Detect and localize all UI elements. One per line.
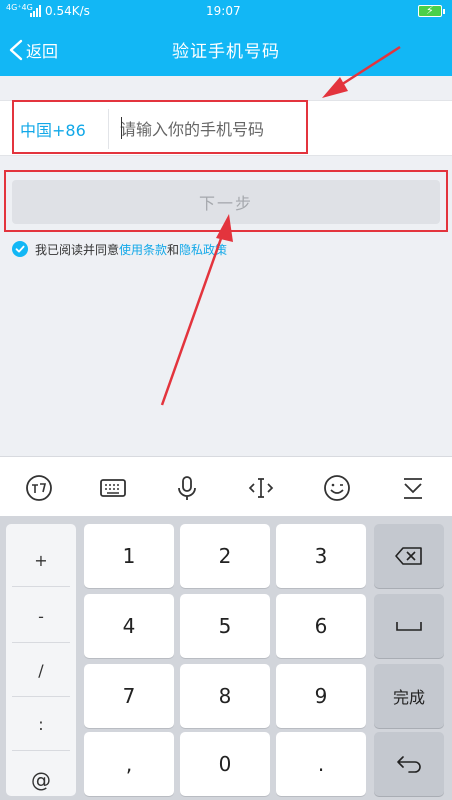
keyboard-icon[interactable] — [98, 473, 128, 503]
microphone-icon[interactable] — [172, 473, 202, 503]
space-key[interactable] — [374, 594, 444, 658]
page-title: 验证手机号码 — [172, 42, 280, 62]
annotation-box-phone — [12, 100, 308, 154]
lightning-icon: ⚡ — [426, 4, 434, 17]
agreement-text: 我已阅读并同意 — [35, 242, 120, 257]
emoji-icon[interactable] — [322, 473, 352, 503]
status-bar: 4G⁺4G 0.54K/s 19:07 ⚡ — [0, 0, 452, 24]
check-icon — [15, 245, 25, 253]
numeric-keyboard: + - / : @ 1 2 3 4 5 6 7 8 9 完成 , 0 . — [0, 516, 452, 800]
backspace-icon — [395, 547, 422, 565]
signal-icon — [30, 5, 41, 17]
key-9[interactable]: 9 — [276, 664, 366, 728]
agreement-row: 我已阅读并同意 使用条款 和 隐私政策 — [12, 240, 227, 258]
key-period[interactable]: . — [276, 732, 366, 796]
and-text: 和 — [167, 242, 180, 257]
space-icon — [396, 622, 422, 631]
backspace-key[interactable] — [374, 524, 444, 588]
network-speed: 0.54K/s — [45, 4, 90, 18]
ime-logo-icon[interactable] — [24, 473, 54, 503]
key-at[interactable]: @ — [6, 746, 76, 800]
privacy-link[interactable]: 隐私政策 — [179, 241, 227, 258]
network-type: 4G⁺4G — [6, 3, 33, 12]
key-3[interactable]: 3 — [276, 524, 366, 588]
clock: 19:07 — [206, 4, 241, 18]
key-8[interactable]: 8 — [180, 664, 270, 728]
terms-link[interactable]: 使用条款 — [119, 241, 167, 258]
key-2[interactable]: 2 — [180, 524, 270, 588]
key-5[interactable]: 5 — [180, 594, 270, 658]
annotation-box-next — [4, 170, 448, 232]
key-6[interactable]: 6 — [276, 594, 366, 658]
nav-bar: 返回 验证手机号码 — [0, 24, 452, 76]
app-header: 4G⁺4G 0.54K/s 19:07 ⚡ 返回 验证手机号码 — [0, 0, 452, 76]
hide-keyboard-icon[interactable] — [398, 473, 428, 503]
keyboard-toolbar — [0, 456, 452, 516]
done-key[interactable]: 完成 — [374, 664, 444, 728]
key-comma[interactable]: , — [84, 732, 174, 796]
return-icon — [397, 756, 421, 773]
key-1[interactable]: 1 — [84, 524, 174, 588]
return-key[interactable] — [374, 732, 444, 796]
cursor-move-icon[interactable] — [246, 473, 276, 503]
symbol-column: + - / : @ — [6, 524, 76, 796]
battery-icon: ⚡ — [418, 4, 445, 17]
checkbox-checked-icon[interactable] — [12, 241, 28, 257]
key-7[interactable]: 7 — [84, 664, 174, 728]
key-4[interactable]: 4 — [84, 594, 174, 658]
key-0[interactable]: 0 — [180, 732, 270, 796]
